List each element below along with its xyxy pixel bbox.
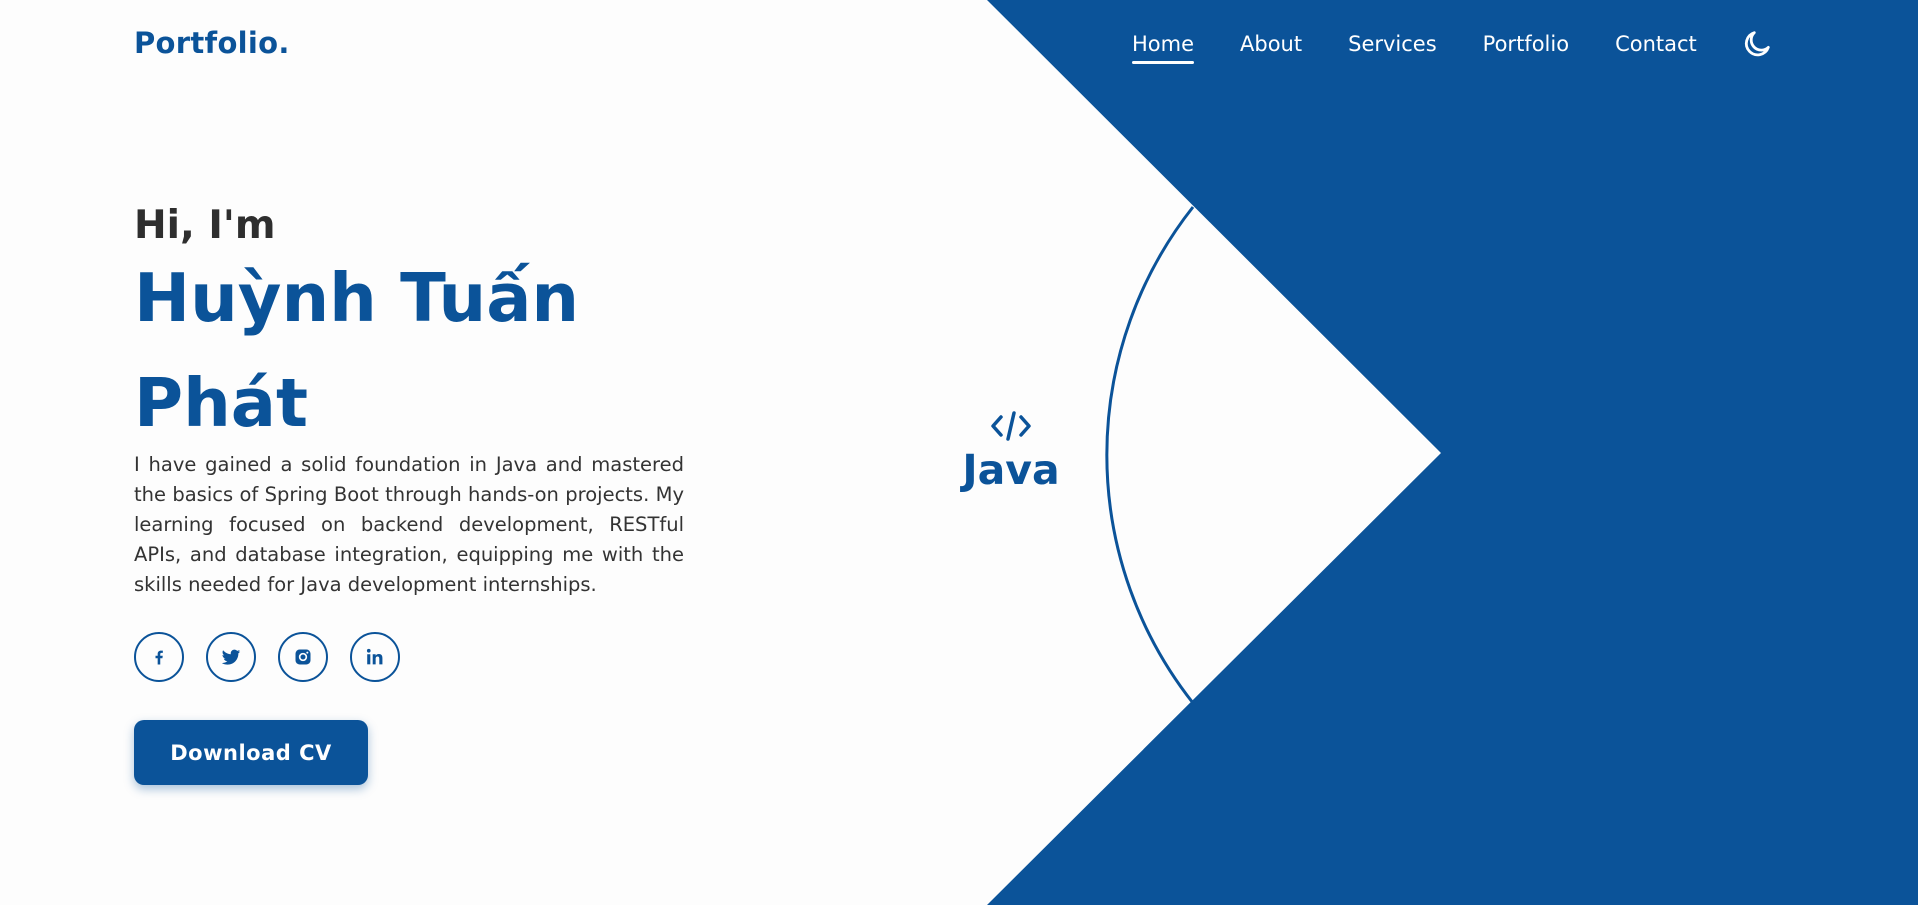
- nav-portfolio[interactable]: Portfolio: [1483, 32, 1569, 62]
- main-nav: Home About Services Portfolio Contact: [1132, 31, 1773, 64]
- linkedin-link[interactable]: [350, 632, 400, 682]
- nav-home[interactable]: Home: [1132, 32, 1195, 64]
- site-logo[interactable]: Portfolio.: [134, 26, 290, 60]
- hero-greeting: Hi, I'm: [134, 203, 276, 248]
- social-links: [134, 632, 422, 682]
- moon-icon[interactable]: [1741, 28, 1773, 60]
- twitter-link[interactable]: [206, 632, 256, 682]
- facebook-icon: [155, 650, 163, 665]
- download-cv-button[interactable]: Download CV: [134, 720, 368, 785]
- hero-name: Huỳnh Tuấn Phát: [134, 259, 580, 442]
- nav-about[interactable]: About: [1240, 32, 1302, 62]
- nav-services[interactable]: Services: [1348, 32, 1437, 62]
- twitter-icon: [221, 649, 241, 665]
- linkedin-icon: [366, 648, 383, 665]
- skill-badge: Java: [950, 408, 1072, 494]
- hero-description: I have gained a solid foundation in Java…: [134, 453, 684, 596]
- facebook-link[interactable]: [134, 632, 184, 682]
- instagram-icon: [295, 649, 311, 665]
- instagram-link[interactable]: [278, 632, 328, 682]
- skill-label: Java: [962, 446, 1060, 494]
- nav-contact[interactable]: Contact: [1615, 32, 1697, 62]
- code-icon: [991, 411, 1031, 441]
